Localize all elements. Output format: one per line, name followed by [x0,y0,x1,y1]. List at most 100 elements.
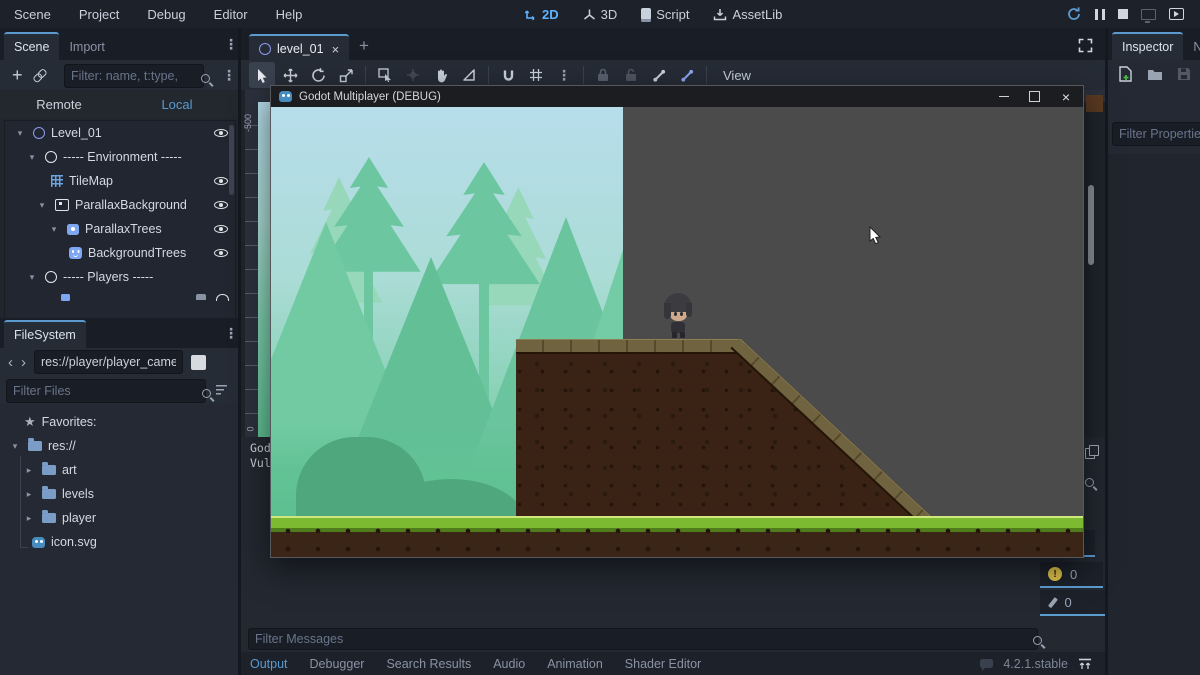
tab-import[interactable]: Import [59,32,114,60]
pause-scene-button[interactable] [1095,9,1105,20]
tab-inspector[interactable]: Inspector [1112,32,1183,60]
fs-row-favorites[interactable]: ★ Favorites: [0,410,238,434]
ruler-corner [245,90,258,102]
output-line: Vul [250,456,271,471]
chevron-right-icon[interactable]: ▸ [22,465,36,476]
local-button[interactable]: Local [118,97,236,112]
save-resource-icon[interactable] [1177,67,1191,81]
parallax-layer-icon [67,224,79,235]
menu-editor[interactable]: Editor [214,7,248,22]
tree-row-tilemap[interactable]: TileMap [5,169,235,193]
chevron-down-icon[interactable]: ▾ [35,200,49,211]
menu-scene[interactable]: Scene [14,7,51,22]
game-window-titlebar[interactable]: Godot Multiplayer (DEBUG) × [271,86,1083,107]
tab-audio[interactable]: Audio [493,657,525,671]
chevron-down-icon[interactable]: ▾ [13,128,27,139]
notification-bubble-icon [980,659,993,668]
tab-shader-editor[interactable]: Shader Editor [625,657,701,671]
expand-bottom-panel-icon[interactable] [1078,658,1092,670]
scene-toolbar-menu-icon[interactable]: ⋮ [222,67,236,84]
close-tab-icon[interactable]: × [332,42,340,57]
viewport-vscrollbar[interactable] [1088,185,1094,265]
toggle-split-mode-button[interactable] [191,355,206,370]
visibility-eye-icon[interactable] [213,174,229,188]
chevron-right-icon[interactable]: ▸ [22,513,36,524]
visibility-eye-icon[interactable] [213,246,229,260]
load-resource-folder-icon[interactable] [1147,68,1163,81]
visibility-eye-icon[interactable] [213,198,229,212]
scene-tree-scrollbar[interactable] [229,125,234,195]
game-window[interactable]: Godot Multiplayer (DEBUG) × [270,85,1084,558]
tab-debugger[interactable]: Debugger [310,657,365,671]
visibility-eye-icon[interactable] [213,126,229,140]
filter-messages-input[interactable] [248,628,1038,650]
menu-help[interactable]: Help [276,7,303,22]
scene-filter-input[interactable] [64,64,204,88]
tab-search-results[interactable]: Search Results [386,657,471,671]
node-icon [45,151,57,163]
fs-row-icon-svg[interactable]: icon.svg [0,530,238,554]
2d-icon [524,8,537,21]
inspector-filter-input[interactable] [1112,122,1200,146]
tab-animation[interactable]: Animation [547,657,603,671]
remote-debug-icon[interactable] [1141,9,1156,20]
chevron-down-icon[interactable]: ▾ [47,224,61,235]
tab-filesystem[interactable]: FileSystem [4,320,86,348]
tree-row-parallaxtrees[interactable]: ▾ ParallaxTrees [5,217,235,241]
workspace-2d-button[interactable]: 2D [524,7,559,22]
sort-files-icon[interactable] [216,385,227,395]
restart-scene-button[interactable] [1066,6,1082,22]
fs-row-levels[interactable]: ▸ levels [0,482,238,506]
tree-row-backgroundtrees[interactable]: BackgroundTrees [5,241,235,265]
menu-debug[interactable]: Debug [147,7,185,22]
workspace-3d-button[interactable]: 3D [583,7,618,22]
chevron-down-icon[interactable]: ▾ [8,441,22,452]
character-hair-side [686,303,692,317]
instance-scene-icon[interactable] [30,65,50,85]
scene-dock-menu-icon[interactable]: ⋮ [224,36,238,53]
movie-maker-icon[interactable] [1169,8,1184,20]
left-dock: Scene Import ⋮ + ⋮ Remote Local ▾ Level_… [0,28,238,675]
filesystem-path-input[interactable] [34,350,183,374]
fs-row-art[interactable]: ▸ art [0,458,238,482]
message-counter[interactable]: 0 [1040,590,1106,616]
warning-counter[interactable]: ! 0 [1040,562,1103,588]
character-eye [674,312,677,316]
view-menu[interactable]: View [713,68,761,83]
tree-row-players[interactable]: ▾ ----- Players ----- [5,265,235,289]
tree-row-environment[interactable]: ▾ ----- Environment ----- [5,145,235,169]
close-button[interactable]: × [1049,86,1083,107]
chevron-down-icon[interactable]: ▾ [25,272,39,283]
tree-row-parallaxbackground[interactable]: ▾ ParallaxBackground [5,193,235,217]
character-leg [672,332,677,338]
visibility-eye-icon[interactable] [213,222,229,236]
maximize-button[interactable] [1019,86,1049,107]
tab-node[interactable]: No [1183,32,1200,60]
tab-scene[interactable]: Scene [4,32,59,60]
nav-back-icon[interactable]: ‹ [8,354,13,371]
minimize-button[interactable] [989,86,1019,107]
tree-row-level-01[interactable]: ▾ Level_01 [5,121,235,145]
workspace-script-button[interactable]: Script [641,7,689,22]
tab-output[interactable]: Output [250,657,288,671]
output-line: God [250,441,271,456]
new-resource-icon[interactable] [1118,66,1133,82]
fs-row-player[interactable]: ▸ player [0,506,238,530]
stop-scene-button[interactable] [1118,9,1128,19]
workspace-assetlib-button[interactable]: AssetLib [713,7,782,22]
new-tab-button[interactable]: + [359,36,369,56]
fullscreen-icon[interactable] [1078,38,1093,53]
nav-forward-icon[interactable]: › [21,354,26,371]
remote-button[interactable]: Remote [0,97,118,112]
ruler-label-top: -500 [243,114,253,132]
filesystem-menu-icon[interactable]: ⋮ [224,325,238,342]
menu-project[interactable]: Project [79,7,119,22]
tab-level-01[interactable]: level_01 × [249,34,349,62]
filesystem-filter-input[interactable] [6,379,206,403]
chevron-right-icon[interactable]: ▸ [22,489,36,500]
player-character [663,293,693,339]
chevron-down-icon[interactable]: ▾ [25,152,39,163]
3d-icon [583,8,596,21]
fs-row-res[interactable]: ▾ res:// [0,434,238,458]
add-node-button[interactable]: + [12,65,23,86]
